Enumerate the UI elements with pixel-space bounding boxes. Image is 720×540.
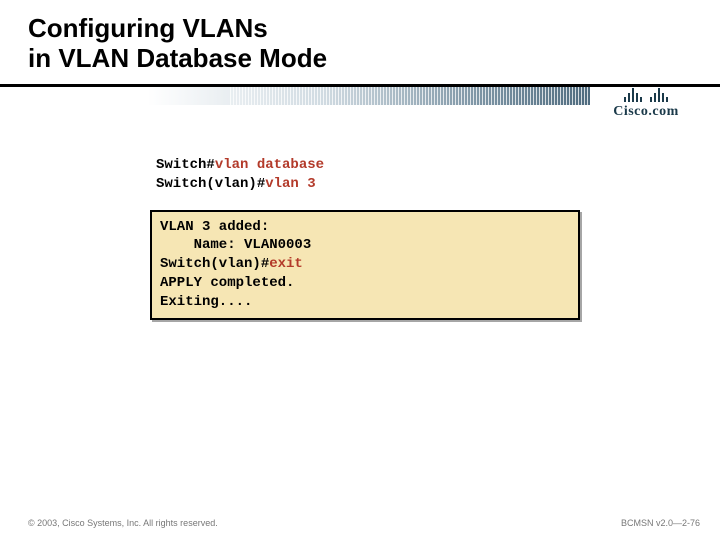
- title-line-1: Configuring VLANs: [28, 14, 720, 44]
- cisco-logo-bars: [590, 84, 702, 102]
- out-command: exit: [269, 256, 303, 272]
- divider-stripes: [230, 87, 590, 105]
- title-line-2: in VLAN Database Mode: [28, 44, 720, 74]
- copyright-text: © 2003, Cisco Systems, Inc. All rights r…: [28, 518, 218, 528]
- out-prompt: Switch(vlan)#: [160, 256, 269, 272]
- cmd2-prompt: Switch(vlan)#: [156, 176, 265, 192]
- cmd2-command: vlan 3: [265, 176, 315, 192]
- out-line1: VLAN 3 added:: [160, 219, 269, 235]
- terminal-content: Switch#vlan database Switch(vlan)#vlan 3…: [150, 154, 580, 320]
- command-block: Switch#vlan database Switch(vlan)#vlan 3: [150, 154, 580, 196]
- cisco-logo-text: Cisco.com: [590, 104, 702, 120]
- output-block: VLAN 3 added: Name: VLAN0003 Switch(vlan…: [150, 210, 580, 320]
- out-line4: APPLY completed.: [160, 275, 294, 291]
- footer: © 2003, Cisco Systems, Inc. All rights r…: [28, 518, 700, 528]
- cisco-logo: Cisco.com: [590, 84, 702, 124]
- out-line5: Exiting....: [160, 294, 252, 310]
- cmd1-prompt: Switch#: [156, 157, 215, 173]
- slide-number: BCMSN v2.0—2-76: [621, 518, 700, 528]
- cmd1-command: vlan database: [215, 157, 324, 173]
- header-divider: Cisco.com: [0, 84, 720, 106]
- slide-title: Configuring VLANs in VLAN Database Mode: [0, 0, 720, 82]
- out-line2: Name: VLAN0003: [160, 237, 311, 253]
